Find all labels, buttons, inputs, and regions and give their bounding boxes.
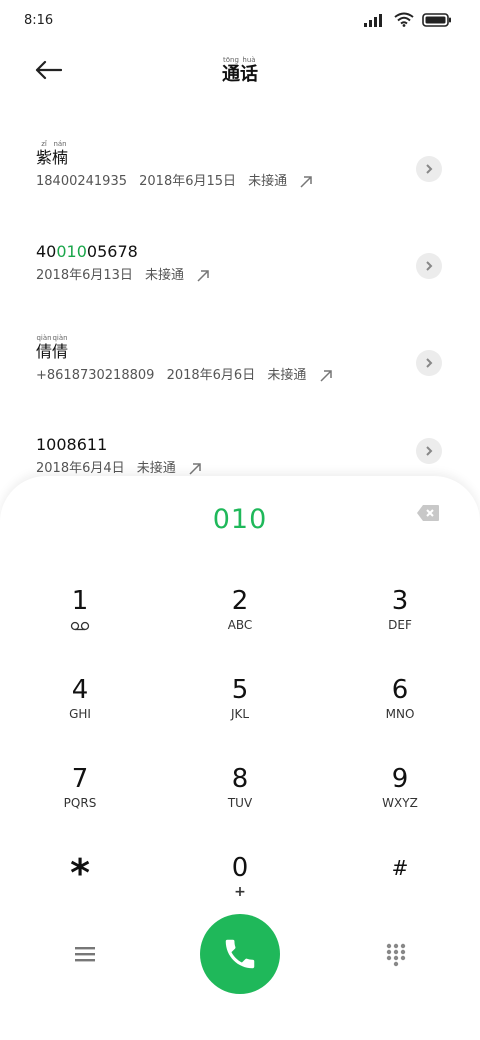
page-title: 通tōng话huà	[222, 56, 258, 85]
dialed-number: 010	[212, 504, 268, 535]
contact-name: 4001005678	[36, 242, 138, 261]
key-1[interactable]: 1	[0, 586, 160, 666]
call-button[interactable]	[200, 914, 280, 994]
key-7[interactable]: 7 PQRS	[0, 764, 160, 844]
chevron-right-icon	[426, 446, 433, 456]
wifi-icon	[394, 12, 414, 27]
contact-name: 紫zǐ楠nán	[36, 140, 69, 167]
call-log-item[interactable]: 倩qiàn倩qiàn +8618730218809 2018年6月6日 未接通	[0, 334, 480, 404]
battery-icon	[422, 12, 451, 27]
backspace-button[interactable]	[416, 504, 440, 522]
status-icons	[364, 12, 452, 27]
status-bar: 8:16	[0, 0, 480, 44]
call-status: 未接通	[248, 174, 288, 189]
outgoing-call-icon	[319, 369, 332, 382]
call-detail: 2018年6月13日 未接通	[36, 264, 210, 283]
contact-name: 1008611	[36, 435, 108, 454]
call-log-item[interactable]: 紫zǐ楠nán 18400241935 2018年6月15日 未接通	[0, 140, 480, 210]
contact-name: 倩qiàn倩qiàn	[36, 334, 69, 361]
dialpad-toggle-button[interactable]	[384, 942, 408, 968]
call-date: 2018年6月4日	[36, 461, 125, 476]
menu-button[interactable]	[72, 944, 98, 964]
key-3[interactable]: 3 DEF	[320, 586, 480, 666]
match-highlight: 010	[56, 242, 87, 261]
phone-icon	[225, 939, 255, 969]
dialer-actions	[0, 914, 480, 994]
phone-number: 18400241935	[36, 174, 127, 189]
phone-number: +8618730218809	[36, 368, 155, 383]
call-log-item[interactable]: 4001005678 2018年6月13日 未接通	[0, 237, 480, 307]
key-8[interactable]: 8 TUV	[160, 764, 320, 844]
chevron-right-icon	[426, 358, 433, 368]
call-status: 未接通	[136, 461, 176, 476]
voicemail-icon	[70, 621, 90, 631]
signal-icon	[364, 13, 382, 27]
key-2[interactable]: 2 ABC	[160, 586, 320, 666]
chevron-right-icon	[426, 164, 433, 174]
status-time: 8:16	[24, 13, 54, 28]
key-9[interactable]: 9 WXYZ	[320, 764, 480, 844]
dialpad-icon	[386, 943, 406, 967]
call-details-button[interactable]	[416, 438, 442, 464]
call-detail: +8618730218809 2018年6月6日 未接通	[36, 364, 333, 383]
call-status: 未接通	[145, 268, 185, 283]
call-detail: 18400241935 2018年6月15日 未接通	[36, 170, 313, 189]
chevron-right-icon	[426, 261, 433, 271]
top-bar: 通tōng话huà	[0, 52, 480, 92]
call-detail: 2018年6月4日 未接通	[36, 457, 202, 476]
call-details-button[interactable]	[416, 253, 442, 279]
outgoing-call-icon	[189, 462, 201, 475]
key-5[interactable]: 5 JKL	[160, 675, 320, 755]
dialer-panel: 010 1 2 ABC 3 DEF 4 GHI 5 JKL 6 MNO 7 PQ…	[0, 476, 480, 1040]
call-details-button[interactable]	[416, 350, 442, 376]
call-date: 2018年6月15日	[139, 174, 237, 189]
call-date: 2018年6月13日	[36, 268, 133, 283]
backspace-icon	[417, 505, 439, 521]
key-4[interactable]: 4 GHI	[0, 675, 160, 755]
call-details-button[interactable]	[416, 156, 442, 182]
call-date: 2018年6月6日	[166, 368, 256, 383]
key-6[interactable]: 6 MNO	[320, 675, 480, 755]
outgoing-call-icon	[300, 175, 313, 188]
call-status: 未接通	[267, 368, 307, 383]
menu-icon	[75, 947, 95, 962]
outgoing-call-icon	[197, 269, 209, 282]
